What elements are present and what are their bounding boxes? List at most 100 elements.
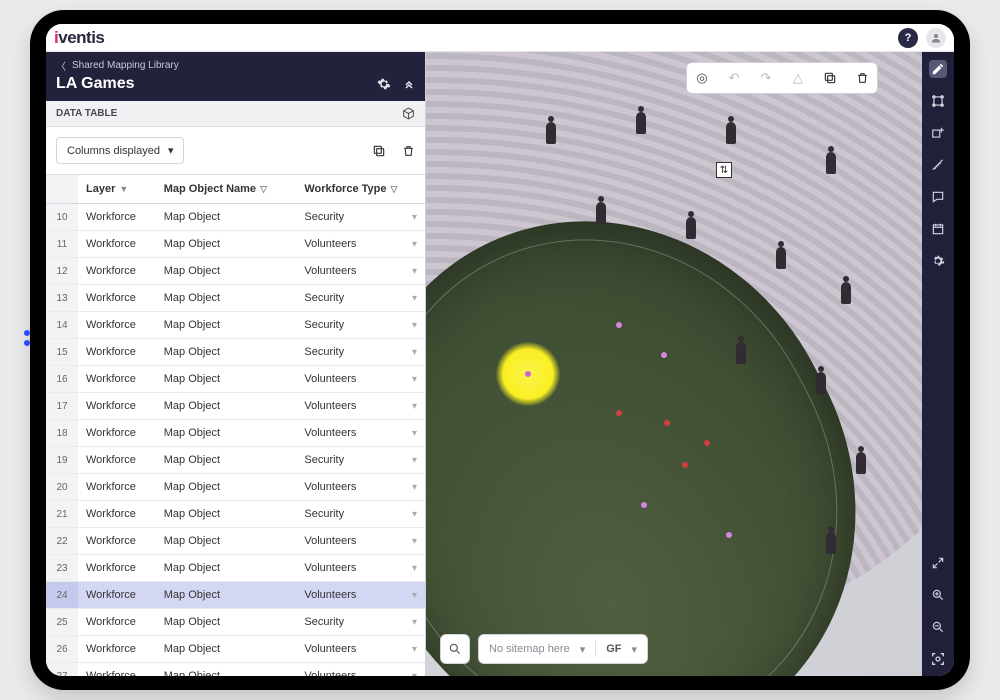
cell-layer[interactable]: Workforce xyxy=(78,447,156,474)
help-icon[interactable]: ? xyxy=(898,28,918,48)
cell-name[interactable]: Map Object xyxy=(156,582,297,609)
selected-marker[interactable] xyxy=(525,371,531,377)
table-row[interactable]: 11WorkforceMap ObjectVolunteers▾ xyxy=(46,231,425,258)
undo-icon[interactable]: ↶ xyxy=(723,67,745,89)
ruler-icon[interactable] xyxy=(929,156,947,174)
cell-layer[interactable]: Workforce xyxy=(78,582,156,609)
table-row[interactable]: 14WorkforceMap ObjectSecurity▾ xyxy=(46,312,425,339)
cell-name[interactable]: Map Object xyxy=(156,447,297,474)
map-sign-icon[interactable]: ⇅ xyxy=(716,162,732,178)
cell-layer[interactable]: Workforce xyxy=(78,312,156,339)
sitemap-selector[interactable]: No sitemap here ▾ GF ▾ xyxy=(478,634,648,664)
table-row[interactable]: 15WorkforceMap ObjectSecurity▾ xyxy=(46,339,425,366)
cell-type[interactable]: Volunteers▾ xyxy=(296,393,425,420)
cell-name[interactable]: Map Object xyxy=(156,528,297,555)
table-row[interactable]: 25WorkforceMap ObjectSecurity▾ xyxy=(46,609,425,636)
warning-icon[interactable]: △ xyxy=(787,67,809,89)
user-avatar-icon[interactable] xyxy=(926,28,946,48)
cell-layer[interactable]: Workforce xyxy=(78,231,156,258)
cell-layer[interactable]: Workforce xyxy=(78,258,156,285)
cell-name[interactable]: Map Object xyxy=(156,663,297,677)
cell-layer[interactable]: Workforce xyxy=(78,501,156,528)
cell-type[interactable]: Security▾ xyxy=(296,609,425,636)
cell-layer[interactable]: Workforce xyxy=(78,636,156,663)
target-icon[interactable]: ◎ xyxy=(691,67,713,89)
cell-type[interactable]: Volunteers▾ xyxy=(296,474,425,501)
cell-type[interactable]: Volunteers▾ xyxy=(296,663,425,677)
table-row[interactable]: 19WorkforceMap ObjectSecurity▾ xyxy=(46,447,425,474)
cell-layer[interactable]: Workforce xyxy=(78,285,156,312)
add-shape-icon[interactable] xyxy=(929,124,947,142)
zoom-in-icon[interactable] xyxy=(929,586,947,604)
map-marker[interactable] xyxy=(641,502,647,508)
cell-name[interactable]: Map Object xyxy=(156,636,297,663)
cell-name[interactable]: Map Object xyxy=(156,204,297,231)
table-row[interactable]: 12WorkforceMap ObjectVolunteers▾ xyxy=(46,258,425,285)
cell-name[interactable]: Map Object xyxy=(156,420,297,447)
data-table[interactable]: Layer▼ Map Object Name▽ Workforce Type▽ … xyxy=(46,174,425,676)
calendar-icon[interactable] xyxy=(929,220,947,238)
map-marker[interactable] xyxy=(661,352,667,358)
settings-gear-icon[interactable] xyxy=(929,252,947,270)
copy-icon[interactable] xyxy=(819,67,841,89)
comment-icon[interactable] xyxy=(929,188,947,206)
cell-name[interactable]: Map Object xyxy=(156,312,297,339)
map-viewport[interactable]: ⇅ ◎ ↶ ↷ △ xyxy=(426,52,922,676)
cell-type[interactable]: Volunteers▾ xyxy=(296,636,425,663)
map-marker[interactable] xyxy=(616,410,622,416)
pencil-icon[interactable] xyxy=(929,60,947,78)
map-marker[interactable] xyxy=(616,322,622,328)
cell-name[interactable]: Map Object xyxy=(156,285,297,312)
table-row[interactable]: 10WorkforceMap ObjectSecurity▾ xyxy=(46,204,425,231)
cube-icon[interactable] xyxy=(402,107,415,120)
breadcrumb[interactable]: 〈 Shared Mapping Library xyxy=(56,58,415,73)
columns-displayed-dropdown[interactable]: Columns displayed ▾ xyxy=(56,137,184,164)
cell-type[interactable]: Security▾ xyxy=(296,204,425,231)
cell-type[interactable]: Volunteers▾ xyxy=(296,366,425,393)
cell-layer[interactable]: Workforce xyxy=(78,528,156,555)
cell-layer[interactable]: Workforce xyxy=(78,555,156,582)
cell-name[interactable]: Map Object xyxy=(156,555,297,582)
map-marker[interactable] xyxy=(664,420,670,426)
table-row[interactable]: 27WorkforceMap ObjectVolunteers▾ xyxy=(46,663,425,677)
cell-type[interactable]: Volunteers▾ xyxy=(296,258,425,285)
cell-type[interactable]: Volunteers▾ xyxy=(296,231,425,258)
bounding-box-icon[interactable] xyxy=(929,92,947,110)
cell-type[interactable]: Security▾ xyxy=(296,339,425,366)
table-row[interactable]: 23WorkforceMap ObjectVolunteers▾ xyxy=(46,555,425,582)
trash-icon[interactable] xyxy=(402,144,415,158)
table-row[interactable]: 16WorkforceMap ObjectVolunteers▾ xyxy=(46,366,425,393)
table-row[interactable]: 20WorkforceMap ObjectVolunteers▾ xyxy=(46,474,425,501)
capture-icon[interactable] xyxy=(929,650,947,668)
map-marker[interactable] xyxy=(704,440,710,446)
table-row[interactable]: 13WorkforceMap ObjectSecurity▾ xyxy=(46,285,425,312)
col-name[interactable]: Map Object Name▽ xyxy=(156,175,297,204)
cell-type[interactable]: Security▾ xyxy=(296,312,425,339)
cell-type[interactable]: Security▾ xyxy=(296,501,425,528)
cell-type[interactable]: Volunteers▾ xyxy=(296,582,425,609)
collapse-icon[interactable] xyxy=(403,78,415,90)
redo-icon[interactable]: ↷ xyxy=(755,67,777,89)
cell-name[interactable]: Map Object xyxy=(156,501,297,528)
cell-name[interactable]: Map Object xyxy=(156,609,297,636)
cell-type[interactable]: Volunteers▾ xyxy=(296,420,425,447)
cell-layer[interactable]: Workforce xyxy=(78,393,156,420)
expand-icon[interactable] xyxy=(929,554,947,572)
cell-name[interactable]: Map Object xyxy=(156,393,297,420)
cell-layer[interactable]: Workforce xyxy=(78,204,156,231)
cell-layer[interactable]: Workforce xyxy=(78,420,156,447)
search-icon[interactable] xyxy=(440,634,470,664)
map-marker[interactable] xyxy=(726,532,732,538)
cell-name[interactable]: Map Object xyxy=(156,339,297,366)
table-row[interactable]: 24WorkforceMap ObjectVolunteers▾ xyxy=(46,582,425,609)
cell-layer[interactable]: Workforce xyxy=(78,366,156,393)
zoom-out-icon[interactable] xyxy=(929,618,947,636)
cell-name[interactable]: Map Object xyxy=(156,231,297,258)
cell-layer[interactable]: Workforce xyxy=(78,474,156,501)
cell-type[interactable]: Security▾ xyxy=(296,285,425,312)
cell-type[interactable]: Security▾ xyxy=(296,447,425,474)
table-row[interactable]: 22WorkforceMap ObjectVolunteers▾ xyxy=(46,528,425,555)
table-row[interactable]: 26WorkforceMap ObjectVolunteers▾ xyxy=(46,636,425,663)
table-row[interactable]: 21WorkforceMap ObjectSecurity▾ xyxy=(46,501,425,528)
gear-icon[interactable] xyxy=(377,77,391,91)
